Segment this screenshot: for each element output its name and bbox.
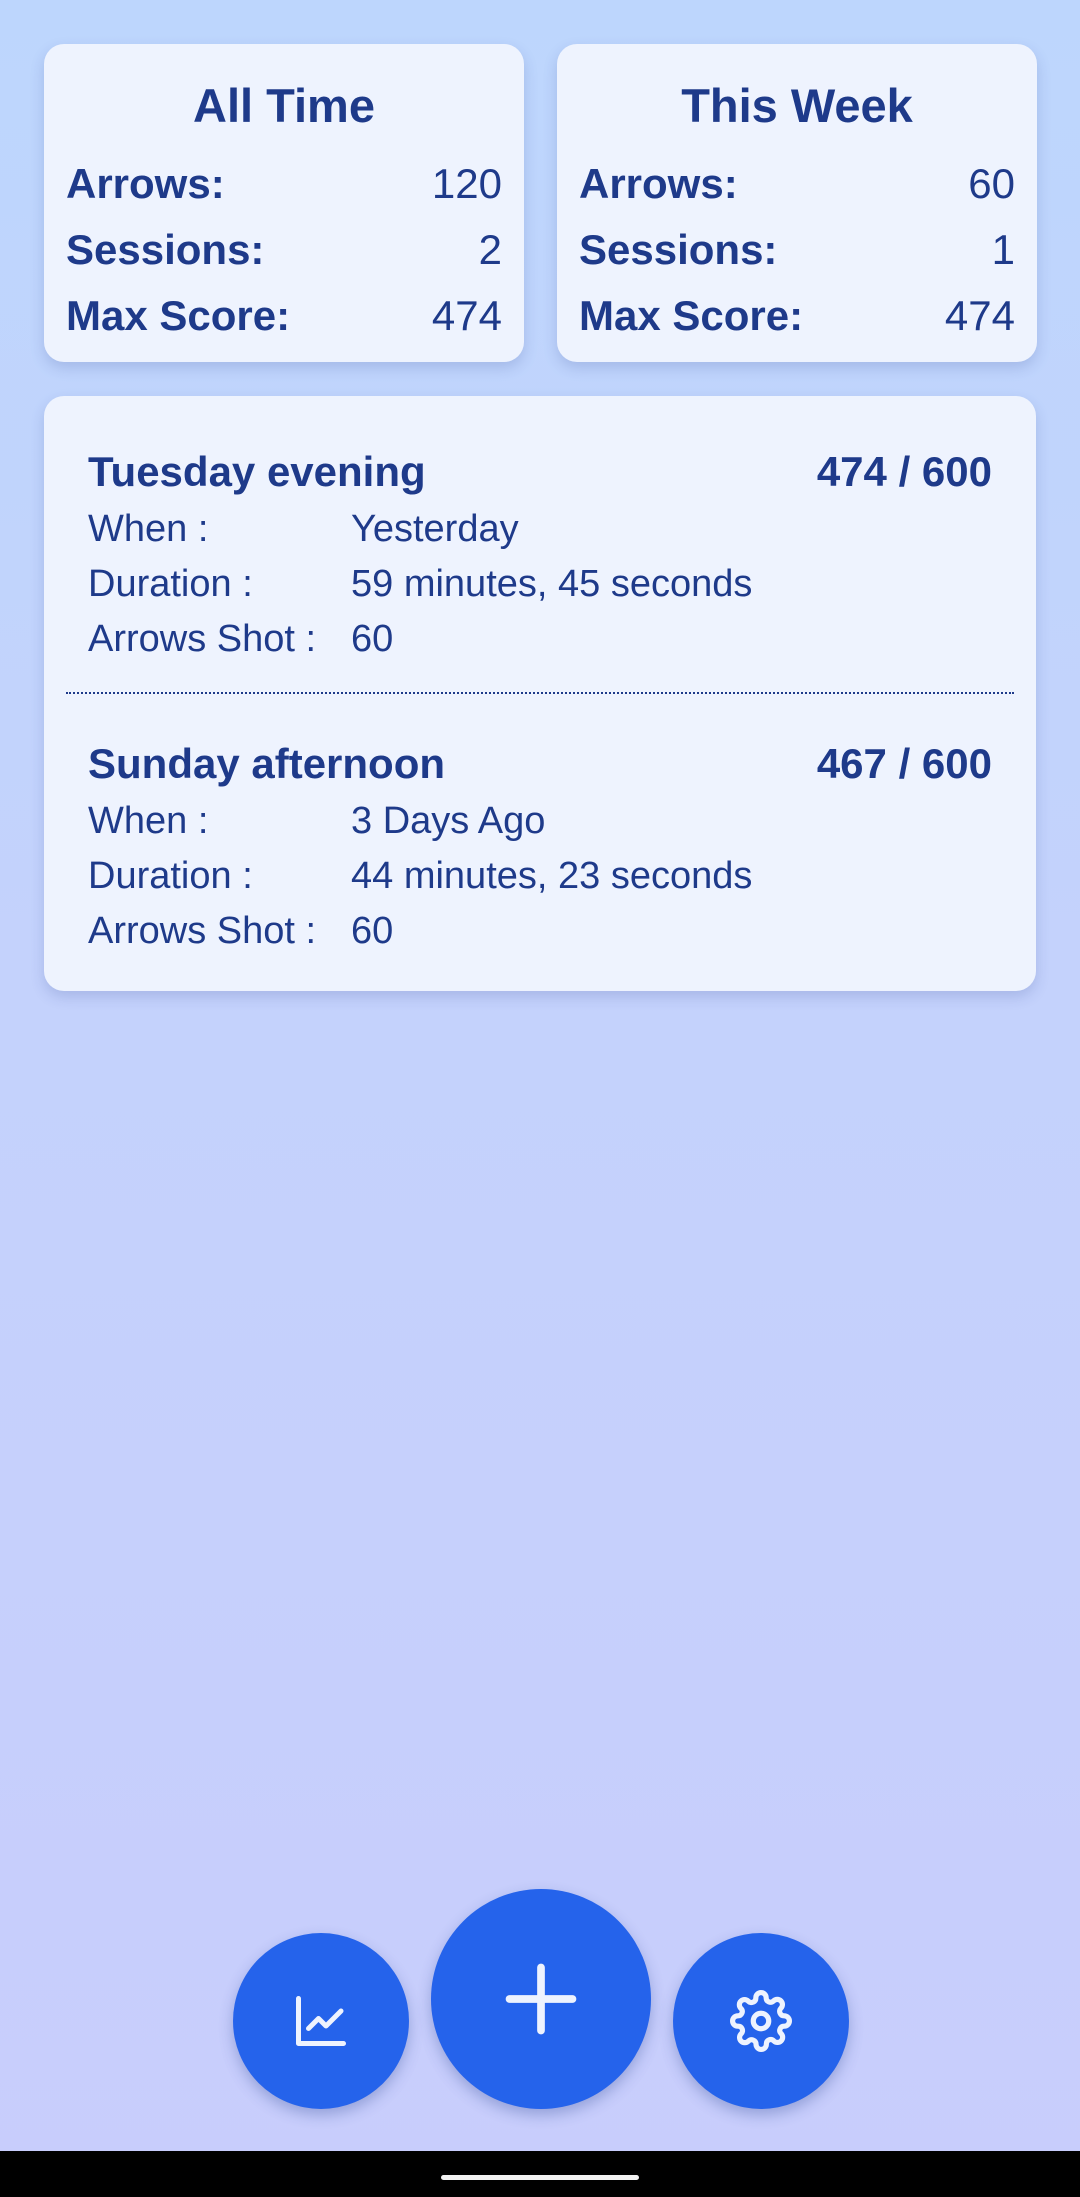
session-name: Sunday afternoon [88,740,446,787]
stat-label: Sessions: [579,226,778,273]
session-arrows-value: 60 [351,618,394,660]
session-name: Tuesday evening [88,448,426,495]
session-header: Tuesday evening 474 / 600 [88,447,992,497]
stat-value: 2 [478,226,502,273]
session-duration-value: 59 minutes, 45 seconds [351,563,753,605]
session-arrows-label: Arrows Shot : [88,618,317,660]
all-time-arrows-row: Arrows: 120 [66,151,502,217]
stat-value: 474 [431,292,502,339]
session-duration-row: Duration : 44 minutes, 23 seconds [88,849,992,904]
this-week-arrows-row: Arrows: 60 [579,151,1015,217]
session-item[interactable]: Tuesday evening 474 / 600 When : Yesterd… [66,447,1014,667]
stat-label: Arrows: [579,160,738,207]
stat-value: 120 [431,160,502,207]
session-score: 467 / 600 [816,740,992,787]
add-session-button[interactable] [431,1889,651,2109]
session-score: 474 / 600 [816,448,992,495]
stat-label: Arrows: [66,160,225,207]
sessions-list-card: Tuesday evening 474 / 600 When : Yesterd… [44,396,1036,991]
session-arrows-row: Arrows Shot : 60 [88,612,992,667]
session-when-row: When : Yesterday [88,502,992,557]
stat-value: 60 [968,160,1015,207]
stat-value: 1 [991,226,1015,273]
session-arrows-value: 60 [351,910,394,952]
home-indicator[interactable] [441,2175,639,2180]
all-time-stats-card: All Time Arrows: 120 Sessions: 2 Max Sco… [44,44,524,362]
session-duration-value: 44 minutes, 23 seconds [351,855,753,897]
session-arrows-label: Arrows Shot : [88,910,317,952]
session-when-value: 3 Days Ago [351,800,546,842]
session-when-row: When : 3 Days Ago [88,794,992,849]
stat-label: Max Score: [66,292,291,339]
all-time-max-score-row: Max Score: 474 [66,283,502,349]
statistics-button[interactable] [233,1933,409,2109]
session-when-label: When : [88,800,209,842]
session-when-value: Yesterday [351,508,519,550]
chart-line-icon [296,1996,346,2046]
gear-icon [730,1990,792,2052]
session-when-label: When : [88,508,209,550]
this-week-sessions-row: Sessions: 1 [579,217,1015,283]
this-week-title: This Week [681,79,913,132]
session-item[interactable]: Sunday afternoon 467 / 600 When : 3 Days… [66,739,1014,959]
session-duration-row: Duration : 59 minutes, 45 seconds [88,557,992,612]
this-week-max-score-row: Max Score: 474 [579,283,1015,349]
session-divider [66,692,1014,694]
system-navigation-bar [0,2151,1080,2197]
settings-button[interactable] [673,1933,849,2109]
session-duration-label: Duration : [88,855,253,897]
all-time-title: All Time [193,79,375,132]
this-week-stats-card: This Week Arrows: 60 Sessions: 1 Max Sco… [557,44,1037,362]
all-time-sessions-row: Sessions: 2 [66,217,502,283]
stat-label: Max Score: [579,292,804,339]
session-header: Sunday afternoon 467 / 600 [88,739,992,789]
stat-value: 474 [944,292,1015,339]
session-arrows-row: Arrows Shot : 60 [88,904,992,959]
stat-label: Sessions: [66,226,265,273]
session-duration-label: Duration : [88,563,253,605]
plus-icon [505,1963,577,2035]
